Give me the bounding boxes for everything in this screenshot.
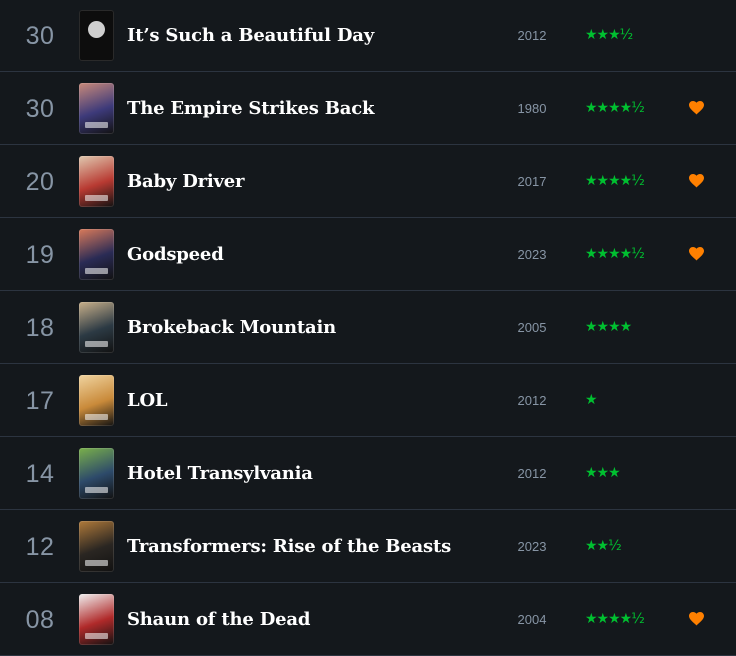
heart-icon [688, 246, 705, 261]
film-poster[interactable] [79, 594, 114, 645]
film-title[interactable]: Brokeback Mountain [127, 292, 336, 364]
poster-title-mark [85, 414, 108, 420]
film-title[interactable]: Shaun of the Dead [127, 584, 310, 656]
release-year: 2023 [517, 247, 547, 262]
diary-entry[interactable]: 20 Baby Driver 2017 ★★★★½ [0, 146, 736, 218]
release-year: 2012 [517, 466, 547, 481]
diary-entry[interactable]: 14 Hotel Transylvania 2012 ★★★ [0, 438, 736, 510]
star-rating: ★★★½ [585, 27, 633, 43]
release-year: 2012 [517, 393, 547, 408]
heart-icon [688, 173, 705, 188]
poster-title-mark [85, 122, 108, 128]
film-title[interactable]: Transformers: Rise of the Beasts [127, 511, 451, 583]
entry-day[interactable]: 17 [0, 365, 80, 437]
star-rating: ★★★★½ [585, 246, 645, 262]
star-rating: ★★★★ [585, 319, 632, 335]
diary-entry[interactable]: 19 Godspeed 2023 ★★★★½ [0, 219, 736, 291]
release-year: 2004 [517, 612, 547, 627]
release-year: 2012 [517, 28, 547, 43]
entry-day[interactable]: 18 [0, 292, 80, 364]
film-poster[interactable] [79, 521, 114, 572]
entry-day[interactable]: 19 [0, 219, 80, 291]
poster-title-mark [85, 341, 108, 347]
star-rating: ★★★★½ [585, 173, 645, 189]
film-title[interactable]: The Empire Strikes Back [127, 73, 374, 145]
diary-entry[interactable]: 30 It’s Such a Beautiful Day 2012 ★★★½ [0, 0, 736, 72]
film-poster[interactable] [79, 156, 114, 207]
entry-day[interactable]: 30 [0, 0, 80, 72]
film-poster[interactable] [79, 375, 114, 426]
entry-day[interactable]: 08 [0, 584, 80, 656]
poster-title-mark [85, 633, 108, 639]
film-poster[interactable] [79, 10, 114, 61]
diary-entry[interactable]: 18 Brokeback Mountain 2005 ★★★★ [0, 292, 736, 364]
star-rating: ★★★ [585, 465, 621, 481]
film-poster[interactable] [79, 302, 114, 353]
poster-title-mark [85, 268, 108, 274]
film-title[interactable]: Godspeed [127, 219, 224, 291]
film-title[interactable]: LOL [127, 365, 168, 437]
film-title[interactable]: Hotel Transylvania [127, 438, 313, 510]
poster-title-mark [85, 487, 108, 493]
release-year: 1980 [517, 101, 547, 116]
diary-entry[interactable]: 17 LOL 2012 ★ [0, 365, 736, 437]
release-year: 2023 [517, 539, 547, 554]
film-poster[interactable] [79, 448, 114, 499]
star-rating: ★ [585, 392, 598, 408]
film-title[interactable]: It’s Such a Beautiful Day [127, 0, 374, 72]
release-year: 2005 [517, 320, 547, 335]
star-rating: ★★★★½ [585, 100, 645, 116]
entry-day[interactable]: 30 [0, 73, 80, 145]
release-year: 2017 [517, 174, 547, 189]
entry-day[interactable]: 12 [0, 511, 80, 583]
poster-title-mark [85, 560, 108, 566]
diary-list: 30 It’s Such a Beautiful Day 2012 ★★★½ 3… [0, 0, 736, 656]
poster-art [88, 21, 105, 38]
star-rating: ★★½ [585, 538, 622, 554]
film-poster[interactable] [79, 83, 114, 134]
heart-icon [688, 100, 705, 115]
film-title[interactable]: Baby Driver [127, 146, 245, 218]
star-rating: ★★★★½ [585, 611, 645, 627]
entry-day[interactable]: 20 [0, 146, 80, 218]
entry-day[interactable]: 14 [0, 438, 80, 510]
heart-icon [688, 611, 705, 626]
film-poster[interactable] [79, 229, 114, 280]
poster-title-mark [85, 195, 108, 201]
diary-entry[interactable]: 30 The Empire Strikes Back 1980 ★★★★½ [0, 73, 736, 145]
diary-entry[interactable]: 08 Shaun of the Dead 2004 ★★★★½ [0, 584, 736, 656]
diary-entry[interactable]: 12 Transformers: Rise of the Beasts 2023… [0, 511, 736, 583]
